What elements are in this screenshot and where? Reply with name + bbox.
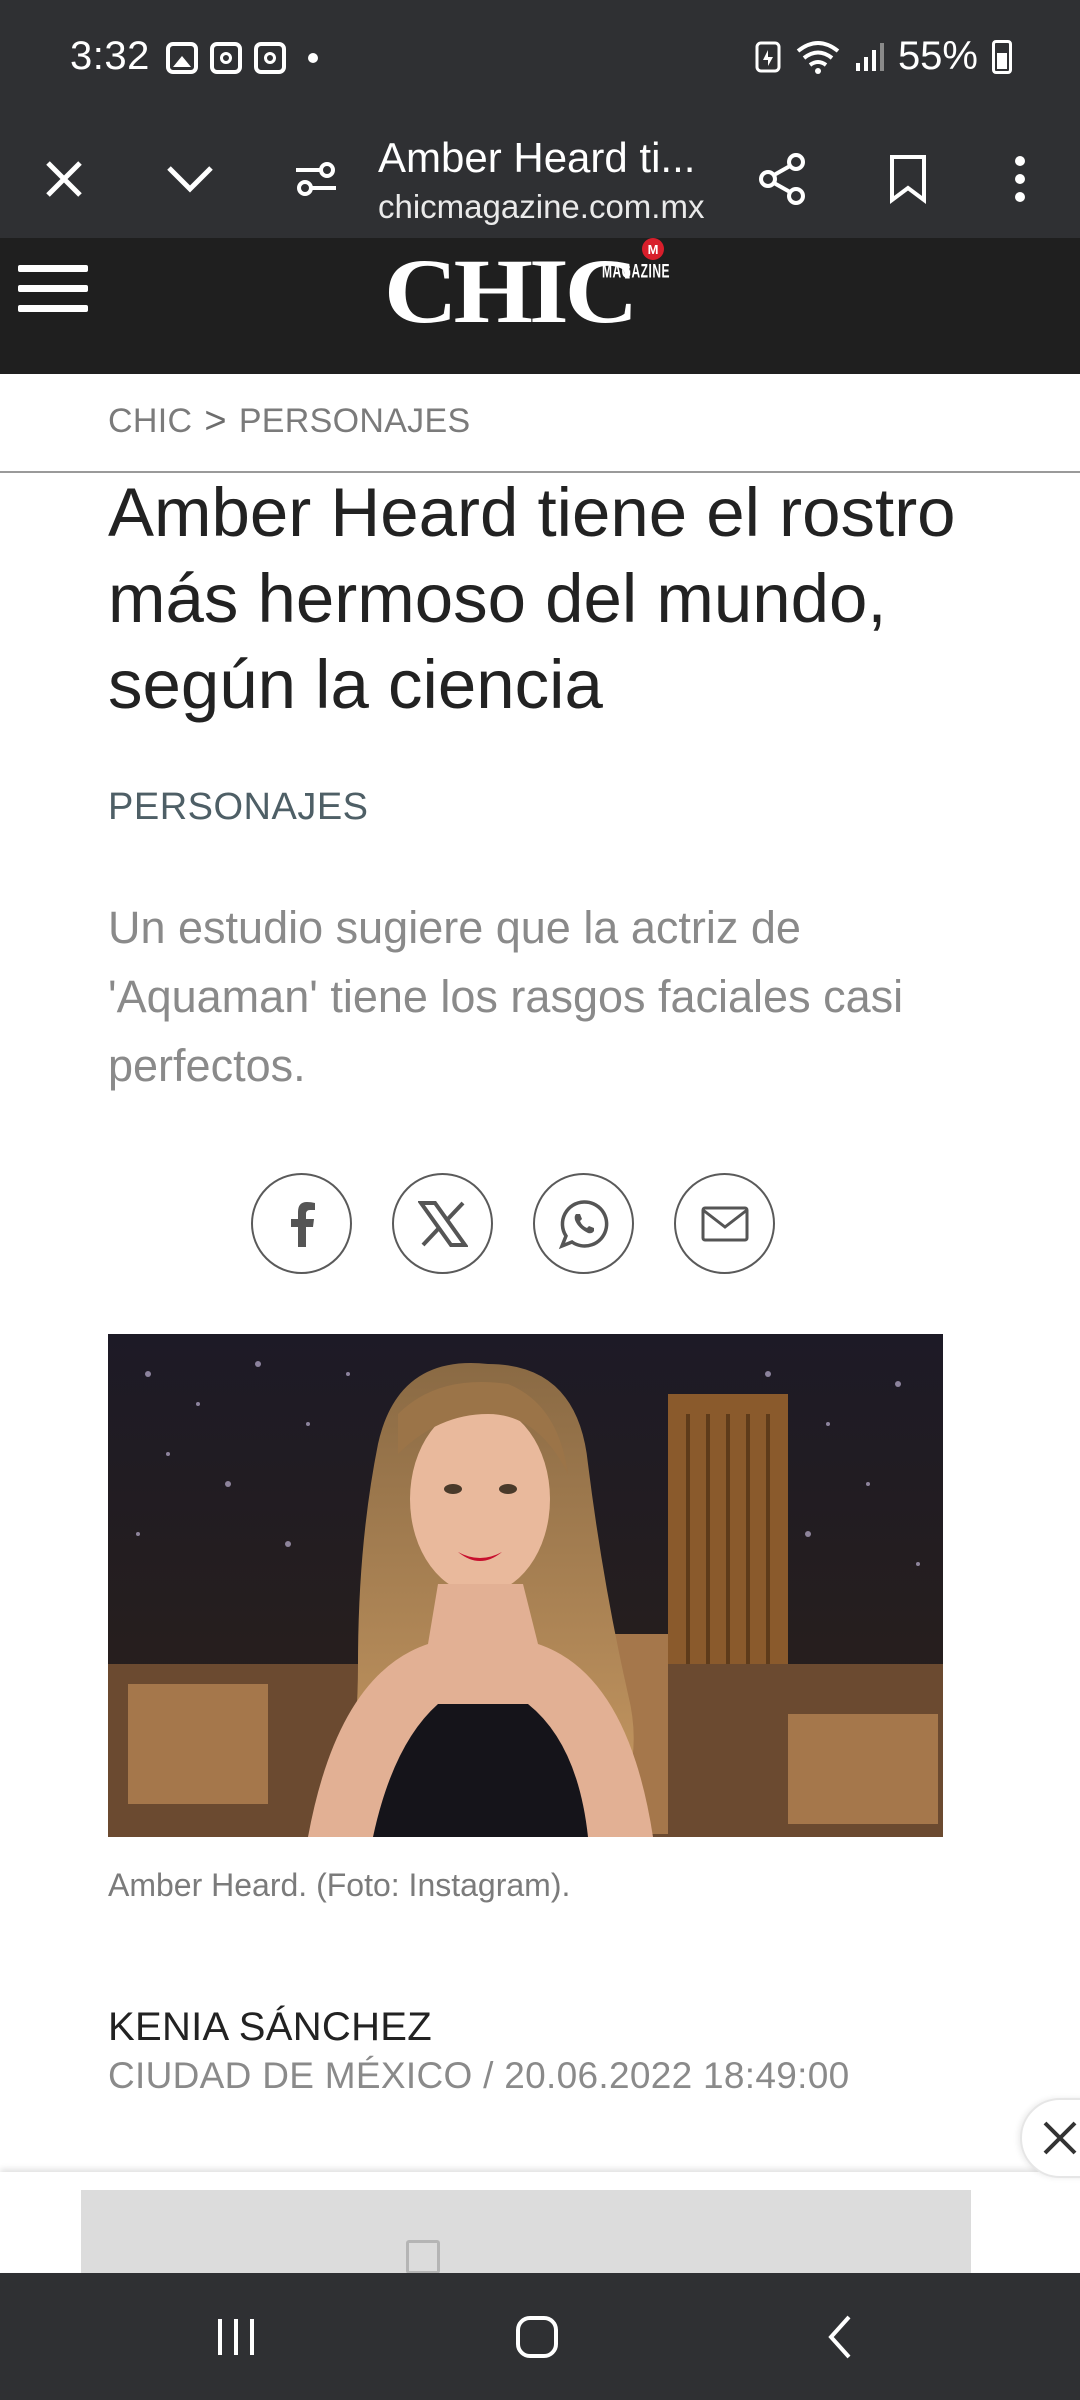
breadcrumb-home[interactable]: CHIC [108,402,192,441]
instagram-icon [210,42,242,74]
battery-percentage: 55% [897,34,978,78]
back-icon [828,2315,851,2358]
email-share-button[interactable] [674,1173,775,1274]
tune-icon [296,162,336,196]
battery-icon [992,39,1012,74]
section-tag[interactable]: PERSONAJES [108,786,369,829]
close-icon [1043,2121,1077,2155]
battery-saver-icon [755,41,781,72]
status-bar: 3:32 55% [0,0,1080,120]
more-options-button[interactable] [972,120,1068,238]
breadcrumb-section[interactable]: PERSONAJES [239,402,471,441]
article-dateline: CIUDAD DE MÉXICO / 20.06.2022 18:49:00 [108,2055,850,2096]
back-button[interactable] [770,2273,910,2400]
home-icon [516,2315,558,2358]
article-headline: Amber Heard tiene el rostro más hermoso … [108,474,956,723]
notification-icons [166,42,318,74]
hamburger-line [18,305,88,312]
bookmark-icon [890,155,926,204]
whatsapp-share-button[interactable] [533,1173,634,1274]
url-text[interactable]: chicmagazine.com.mx [378,172,728,226]
logo-text: CHIC [384,240,638,343]
close-ad-button[interactable] [1020,2098,1080,2178]
breadcrumb: CHIC > PERSONAJES [108,400,470,443]
chevron-down-icon [167,166,213,193]
status-time: 3:32 [70,34,150,78]
hamburger-line [18,285,88,292]
signal-icon [855,42,884,71]
facebook-icon [290,1201,315,1247]
ad-placeholder-icon [406,2240,440,2274]
image-caption: Amber Heard. (Foto: Instagram). [108,1867,571,1903]
site-settings-button[interactable] [268,120,364,238]
instagram-icon [254,42,286,74]
wifi-icon [796,40,840,74]
close-tab-button[interactable] [16,120,112,238]
system-nav-bar [0,2273,1080,2400]
system-icons: 55% [754,34,1012,79]
logo-badge: M [642,238,664,260]
recent-apps-button[interactable] [166,2273,306,2400]
close-icon [46,161,82,197]
site-header: CHIC MAGAZINE M [0,238,1080,374]
browser-toolbar: Amber Heard ti... chicmagazine.com.mx [0,120,1080,238]
more-vert-icon [1015,156,1025,202]
article-summary: Un estudio sugiere que la actriz de 'Aqu… [108,902,904,1091]
ad-banner [0,2172,1080,2290]
breadcrumb-separator: > [204,400,227,442]
author-name[interactable]: KENIA SÁNCHEZ [108,2005,432,2050]
minimize-button[interactable] [142,120,238,238]
share-page-button[interactable] [734,120,830,238]
hamburger-icon [18,265,88,272]
article-photo [108,1334,943,1837]
bookmark-button[interactable] [860,120,956,238]
site-logo[interactable]: CHIC MAGAZINE M [384,238,670,343]
x-share-button[interactable] [392,1173,493,1274]
x-icon [417,1200,468,1247]
article-image[interactable] [108,1334,943,1837]
gallery-icon [166,42,198,74]
facebook-share-button[interactable] [251,1173,352,1274]
whatsapp-icon [558,1199,608,1249]
logo-subtitle: MAGAZINE [602,259,670,283]
share-buttons [251,1173,775,1274]
menu-button[interactable] [18,252,88,332]
recents-icon [218,2318,254,2355]
email-icon [701,1206,748,1241]
home-button[interactable] [467,2273,607,2400]
share-icon [759,153,805,205]
more-notifications-dot [308,53,318,63]
